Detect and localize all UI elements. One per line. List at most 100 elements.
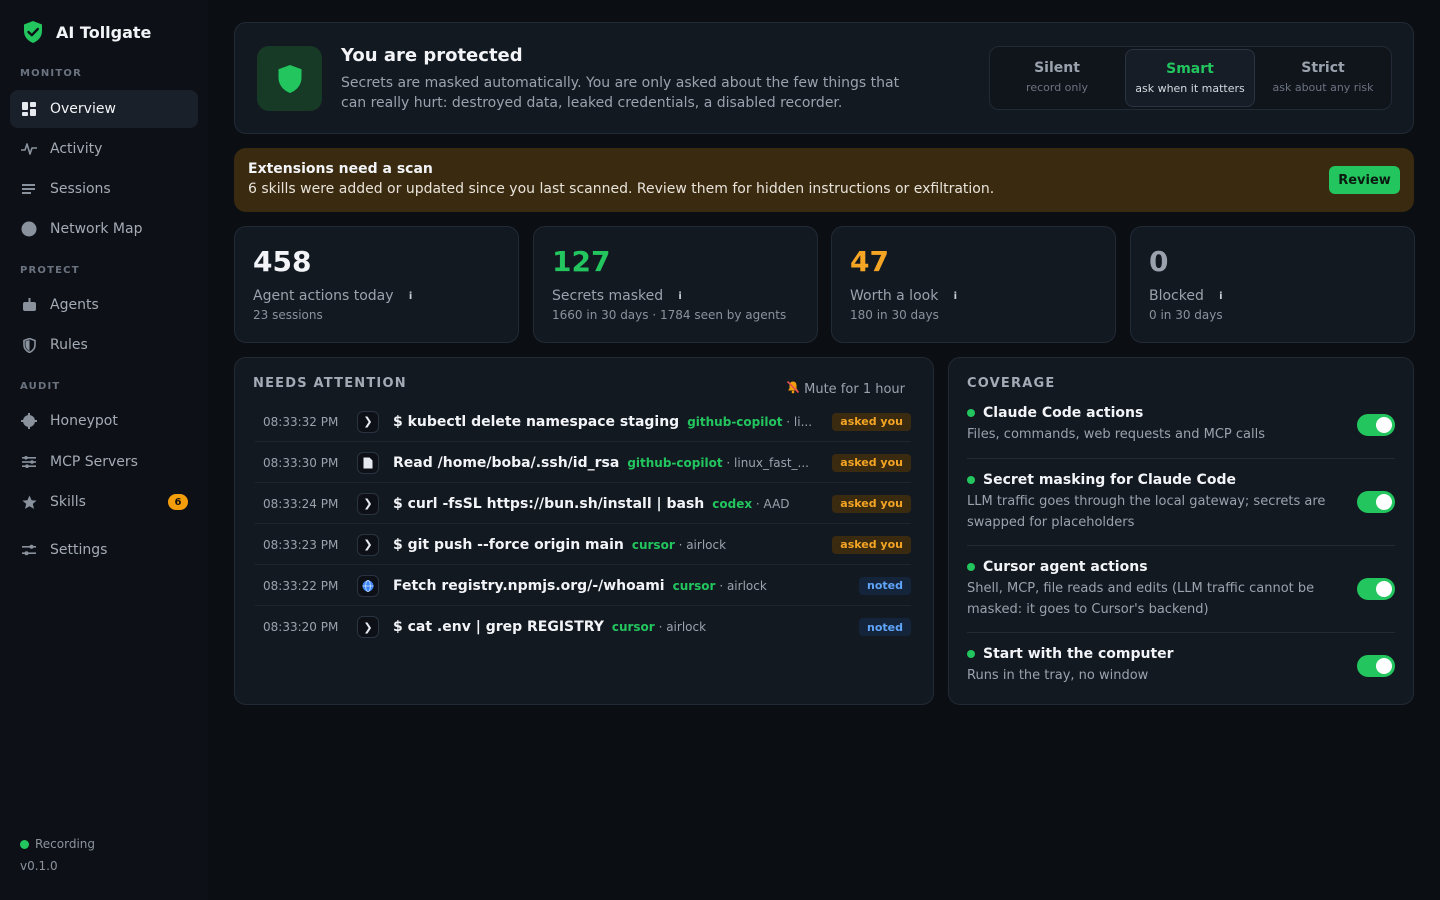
star-icon <box>21 494 37 510</box>
nav-label: Honeypot <box>50 413 118 429</box>
section-label-protect: PROTECT <box>20 265 80 276</box>
stat-card-agent-actions: 458 Agent actions today i 23 sessions <box>234 226 519 343</box>
nav-settings[interactable]: Settings <box>10 531 198 569</box>
row-context: · airlock <box>658 620 707 634</box>
row-meta: cursor · airlock <box>673 579 851 593</box>
mode-strict-button[interactable]: Strict ask about any risk <box>1258 49 1388 107</box>
mode-name: Smart <box>1166 61 1214 77</box>
row-agent: cursor <box>672 578 716 593</box>
cursor-agent-actions-toggle[interactable] <box>1357 578 1395 600</box>
nav-mcp-servers[interactable]: MCP Servers <box>10 443 198 481</box>
row-context: · AAD <box>755 496 790 511</box>
coverage-panel: COVERAGE Claude Code actions Files, comm… <box>948 357 1414 705</box>
row-meta: cursor · airlock <box>632 538 824 552</box>
row-meta: github-copilot · linux_fast_... <box>627 456 824 470</box>
row-agent: codex <box>712 496 753 511</box>
divider <box>967 545 1395 546</box>
skills-count-badge: 6 <box>168 494 188 510</box>
row-time: 08:33:32 PM <box>263 414 339 429</box>
start-with-computer-toggle[interactable] <box>1357 655 1395 677</box>
attention-row[interactable]: 08:33:30 PM Read /home/boba/.ssh/id_rsa … <box>255 443 911 483</box>
globe-icon <box>357 574 379 597</box>
attention-row[interactable]: 08:33:22 PM Fetch registry.npmjs.org/-/w… <box>255 566 911 606</box>
divider <box>967 458 1395 459</box>
stat-subtext: 1660 in 30 days · 1784 seen by agents <box>552 308 787 322</box>
info-icon[interactable]: i <box>1214 289 1228 303</box>
mode-subtitle: ask when it matters <box>1135 82 1245 95</box>
mode-silent-button[interactable]: Silent record only <box>992 49 1122 107</box>
coverage-description: Shell, MCP, file reads and edits (LLM tr… <box>967 581 1315 617</box>
coverage-description: Files, commands, web requests and MCP ca… <box>967 427 1266 442</box>
row-command: Fetch registry.npmjs.org/-/whoami <box>393 577 665 594</box>
nav-label: Agents <box>50 297 99 313</box>
nav-rules[interactable]: Rules <box>10 326 198 364</box>
review-button[interactable]: Review <box>1329 166 1400 194</box>
settings-sliders-icon <box>21 542 37 558</box>
row-agent: github-copilot <box>627 455 723 470</box>
stat-subtext: 180 in 30 days <box>850 308 939 322</box>
stat-value: 127 <box>552 245 611 278</box>
status-dot-icon <box>967 650 975 658</box>
coverage-title: Start with the computer <box>967 646 1395 662</box>
mute-button[interactable]: Mute for 1 hour <box>786 380 905 398</box>
row-context: · airlock <box>678 537 727 552</box>
nav-activity[interactable]: Activity <box>10 130 198 168</box>
nav-agents[interactable]: Agents <box>10 286 198 324</box>
row-time: 08:33:23 PM <box>263 537 339 552</box>
info-icon[interactable]: i <box>948 289 962 303</box>
row-time: 08:33:20 PM <box>263 620 339 634</box>
mode-subtitle: record only <box>1026 81 1088 94</box>
row-time: 08:33:30 PM <box>263 455 339 470</box>
brand[interactable]: AI Tollgate <box>22 20 151 44</box>
status-badge: asked you <box>832 494 911 513</box>
globe-icon <box>21 221 37 237</box>
stat-label-text: Secrets masked <box>552 288 664 304</box>
status-dot-icon <box>967 409 975 417</box>
attention-row[interactable]: 08:33:24 PM ❯ $ curl -fsSL https://bun.s… <box>255 484 911 524</box>
status-badge: noted <box>859 618 911 636</box>
nav-label: Rules <box>50 337 88 353</box>
row-context: · airlock <box>719 578 767 593</box>
stat-value: 458 <box>253 245 312 278</box>
coverage-title-text: Claude Code actions <box>983 405 1144 421</box>
mode-smart-button[interactable]: Smart ask when it matters <box>1125 49 1255 107</box>
stat-label: Secrets masked i <box>552 288 687 304</box>
banner-title: Extensions need a scan <box>248 161 433 177</box>
coverage-title: Secret masking for Claude Code <box>967 472 1395 488</box>
nav-skills[interactable]: Skills 6 <box>10 483 198 521</box>
claude-code-actions-toggle[interactable] <box>1357 414 1395 436</box>
coverage-title: Claude Code actions <box>967 405 1395 421</box>
nav-label: Overview <box>50 101 116 117</box>
extensions-scan-banner: Extensions need a scan 6 skills were add… <box>234 148 1414 212</box>
needs-attention-panel: NEEDS ATTENTION Mute for 1 hour 08:33:32… <box>234 357 934 705</box>
grid-icon <box>21 101 37 117</box>
stat-label: Blocked i <box>1149 288 1228 304</box>
sliders-icon <box>21 454 37 470</box>
protection-title: You are protected <box>341 45 523 66</box>
attention-row[interactable]: 08:33:32 PM ❯ $ kubectl delete namespace… <box>255 402 911 442</box>
status-badge: asked you <box>832 412 911 431</box>
mode-name: Silent <box>1034 60 1080 76</box>
stat-label-text: Agent actions today <box>253 288 394 304</box>
list-icon <box>21 181 37 197</box>
attention-row[interactable]: 08:33:23 PM ❯ $ git push --force origin … <box>255 525 911 565</box>
nav-sessions[interactable]: Sessions <box>10 170 198 208</box>
shield-icon <box>257 46 322 111</box>
nav-network-map[interactable]: Network Map <box>10 210 198 248</box>
nav-honeypot[interactable]: Honeypot <box>10 402 198 440</box>
stat-label-text: Blocked <box>1149 288 1204 304</box>
coverage-title-text: Cursor agent actions <box>983 559 1148 575</box>
status-badge: asked you <box>832 453 911 472</box>
robot-icon <box>21 297 37 313</box>
info-icon[interactable]: i <box>404 289 418 303</box>
attention-row[interactable]: 08:33:20 PM ❯ $ cat .env | grep REGISTRY… <box>255 607 911 647</box>
info-icon[interactable]: i <box>673 289 687 303</box>
row-meta: github-copilot · li... <box>687 415 824 429</box>
mode-subtitle: ask about any risk <box>1272 81 1374 94</box>
secret-masking-toggle[interactable] <box>1357 491 1395 513</box>
row-agent: cursor <box>631 537 675 552</box>
nav-overview[interactable]: Overview <box>10 90 198 128</box>
stat-label: Agent actions today i <box>253 288 418 304</box>
status-badge: noted <box>859 576 911 595</box>
shield-check-icon <box>22 20 44 44</box>
